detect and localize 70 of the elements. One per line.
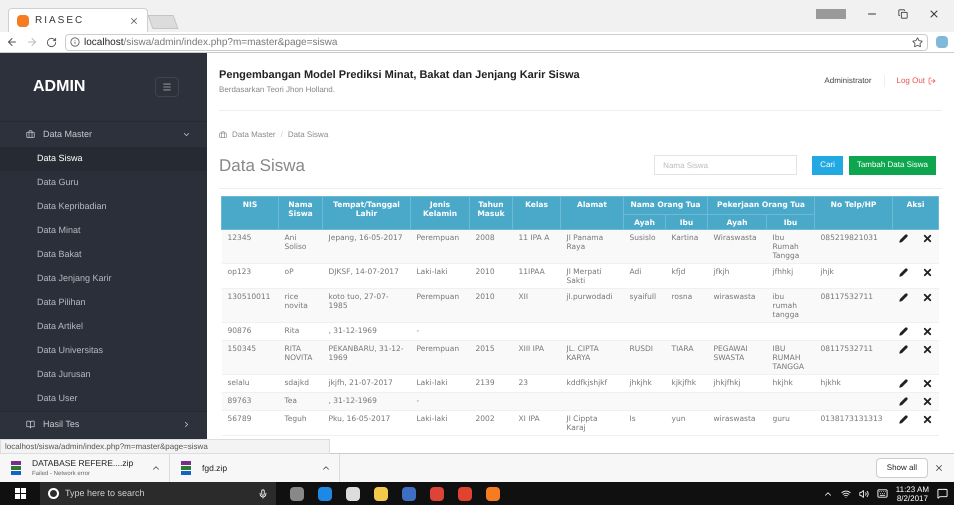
status-url-tooltip: localhost/siswa/admin/index.php?m=master&page=siswa xyxy=(0,439,330,454)
taskbar-search-field[interactable]: Type here to search xyxy=(40,482,276,505)
search-placeholder: Type here to search xyxy=(65,486,146,500)
logout-icon xyxy=(928,77,936,85)
volume-icon[interactable] xyxy=(858,488,869,498)
show-all-button[interactable]: Show all xyxy=(876,458,928,478)
page-header-subtitle: Berdasarkan Teori Jhon Holland. xyxy=(219,84,336,96)
user-name: Administrator xyxy=(824,75,872,87)
cortana-icon xyxy=(48,488,59,499)
delete-button[interactable] xyxy=(922,396,933,407)
book-icon xyxy=(26,420,35,429)
taskbar-app-icon[interactable] xyxy=(486,486,500,500)
edit-button[interactable] xyxy=(898,415,908,424)
edit-button[interactable] xyxy=(898,293,908,302)
back-icon[interactable] xyxy=(6,36,18,48)
download-name: fgd.zip xyxy=(202,462,228,474)
archive-icon xyxy=(180,461,192,475)
delete-button[interactable] xyxy=(922,378,933,389)
taskbar-app-icon[interactable] xyxy=(374,486,388,500)
chevron-down-icon xyxy=(182,130,191,139)
search-field[interactable]: Nama Siswa xyxy=(654,155,798,176)
restore-icon[interactable] xyxy=(898,9,908,19)
site-icon xyxy=(17,14,29,26)
breadcrumb-item[interactable]: Data Master xyxy=(232,128,276,140)
tab-title: RIASEC xyxy=(35,14,86,28)
close-icon[interactable] xyxy=(928,8,940,20)
delete-button[interactable] xyxy=(922,233,933,244)
url-text: localhost/siswa/admin/index.php?m=master&page=siswa xyxy=(84,36,338,50)
download-name: DATABASE REFERE....zip xyxy=(32,457,134,470)
chevron-right-icon xyxy=(182,420,191,429)
network-icon[interactable] xyxy=(840,488,851,498)
star-icon[interactable] xyxy=(912,36,923,48)
edit-button[interactable] xyxy=(898,379,908,388)
keyboard-icon[interactable] xyxy=(876,488,888,499)
edit-button[interactable] xyxy=(898,327,908,336)
close-icon[interactable] xyxy=(129,16,139,26)
archive-icon xyxy=(10,461,22,475)
delete-button[interactable] xyxy=(922,326,933,337)
delete-button[interactable] xyxy=(922,344,933,355)
address-field[interactable]: localhost/siswa/admin/index.php?m=master&page=siswa xyxy=(65,34,928,50)
browser-tab[interactable]: RIASEC xyxy=(8,8,148,32)
clock-date: 8/2/2017 xyxy=(896,494,928,502)
notifications-icon[interactable] xyxy=(937,488,948,499)
reload-icon[interactable] xyxy=(46,36,57,48)
logout-link[interactable]: Log Out xyxy=(896,75,936,87)
delete-button[interactable] xyxy=(922,414,933,425)
taskbar-app-icon[interactable] xyxy=(346,486,360,500)
menu-button[interactable] xyxy=(155,77,179,97)
breadcrumb-separator: / xyxy=(280,128,283,140)
sidebar-section[interactable]: Hasil Tes xyxy=(0,411,207,437)
menu-icon xyxy=(162,82,172,92)
clock-time: 11:23 AM xyxy=(896,484,929,494)
briefcase-icon xyxy=(26,130,35,139)
edit-button[interactable] xyxy=(898,397,908,406)
close-icon[interactable] xyxy=(934,463,944,473)
microphone-icon[interactable] xyxy=(258,488,268,498)
info-icon xyxy=(70,37,80,47)
delete-button[interactable] xyxy=(922,292,933,303)
delete-button[interactable] xyxy=(922,267,933,278)
edit-button[interactable] xyxy=(898,234,908,243)
page-header-title: Pengembangan Model Prediksi Minat, Bakat dan Jenjang Karir Siswa xyxy=(219,68,580,83)
section-label: Hasil Tes xyxy=(43,418,80,431)
edit-button[interactable] xyxy=(898,268,908,277)
brand-title: ADMIN xyxy=(33,77,86,97)
page-title: Data Siswa xyxy=(219,154,306,176)
breadcrumb-item: Data Siswa xyxy=(288,128,328,140)
section-label: Data Master xyxy=(43,128,94,141)
briefcase-icon xyxy=(219,130,227,138)
edit-button[interactable] xyxy=(898,345,908,354)
sidebar-item[interactable]: Data Siswa xyxy=(0,147,207,171)
